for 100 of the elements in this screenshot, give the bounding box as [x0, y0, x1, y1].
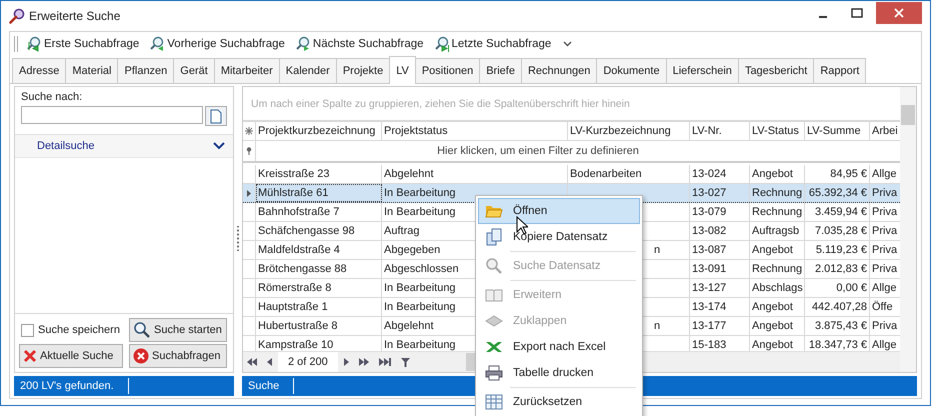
magnifier-arrow-icon	[26, 36, 42, 52]
table-cell: Rechnung	[752, 206, 802, 218]
chevron-down-icon[interactable]	[563, 41, 572, 47]
search-label: Suche nach:	[21, 91, 84, 103]
table-cell: 2.012,83 €	[815, 263, 867, 275]
tab[interactable]: LV	[389, 56, 416, 84]
table-cell: Bodenarbeiten	[570, 168, 642, 180]
toolbar-button[interactable]: Letzte Suchabfrage	[432, 36, 554, 52]
column-header[interactable]: Arbei	[870, 122, 900, 140]
tab[interactable]: Tagesbericht	[738, 58, 814, 83]
table-cell: Abgegeben	[384, 244, 440, 256]
table-cell: 13-091	[692, 263, 726, 275]
vertical-scrollbar[interactable]	[900, 87, 916, 372]
menu-item[interactable]: Öffnen	[478, 198, 640, 224]
table-cell: Priva	[872, 320, 898, 332]
minimize-icon	[819, 16, 827, 18]
toolbar-button[interactable]: Nächste Suchabfrage	[292, 36, 426, 52]
table-cell: Mühlstraße 61	[258, 187, 328, 199]
spreadsheet-export-icon	[485, 341, 503, 353]
close-button[interactable]	[876, 2, 922, 24]
table-cell: Angebot	[752, 320, 793, 332]
tab[interactable]: Positionen	[414, 58, 480, 83]
group-panel-hint: Um nach einer Spalte zu gruppieren, ziehen Sie die Spaltenüberschrift hier hinein	[243, 87, 900, 122]
table-cell: In Bearbeitung	[384, 339, 456, 351]
table-cell: Abgelehnt	[384, 168, 434, 180]
panel-button[interactable]: Aktuelle Suche	[19, 344, 123, 368]
table-cell: 13-174	[692, 301, 726, 313]
status-text: Suche	[247, 380, 280, 392]
delete-circle-icon	[133, 348, 149, 364]
document-button[interactable]	[205, 106, 227, 126]
left-arrow-icon	[267, 358, 272, 366]
row-pointer-icon	[247, 190, 251, 196]
window-title: Erweiterte Suche	[29, 9, 120, 23]
search-icon	[485, 257, 503, 275]
search-field[interactable]	[21, 106, 203, 124]
table-cell: In Bearbeitung	[384, 301, 456, 313]
save-search-checkbox[interactable]: Suche speichern	[19, 318, 123, 342]
panel-button[interactable]: Suche starten	[129, 318, 227, 342]
tab[interactable]: Kalender	[278, 58, 337, 83]
filter-row-hint[interactable]: Hier klicken, um einen Filter zu definieren	[256, 145, 900, 157]
menu-item[interactable]: Tabelle drucken	[478, 360, 640, 386]
column-header[interactable]: Projektstatus	[382, 122, 568, 140]
table-cell: Angebot	[752, 339, 793, 351]
table-cell: Hubertustraße 8	[258, 320, 338, 332]
table-cell: Angebot	[752, 244, 793, 256]
tab[interactable]: Mitarbeiter	[214, 58, 280, 83]
copy-icon	[486, 228, 502, 246]
table-cell: 7.035,28 €	[815, 225, 867, 237]
book-icon	[485, 288, 503, 302]
toolbar-button[interactable]: Vorherige Suchabfrage	[147, 36, 287, 52]
menu-item[interactable]: Zurücksetzen	[478, 389, 640, 415]
tab[interactable]: Material	[65, 58, 118, 83]
right-arrow-icon	[344, 358, 349, 366]
table-cell: Römerstraße 8	[258, 282, 332, 294]
tab[interactable]: Dokumente	[596, 58, 667, 83]
table-cell: Abgelehnt	[384, 320, 434, 332]
table-cell: Abschlags	[752, 282, 803, 294]
panel-button[interactable]: Suchabfragen	[129, 344, 227, 368]
table-cell: 65.392,34 €	[808, 187, 867, 199]
table-cell: In Bearbeitung	[384, 187, 456, 199]
magnifier-icon	[9, 8, 25, 24]
document-icon	[210, 108, 222, 124]
table-cell: 18.347,73 €	[808, 339, 867, 351]
table-cell: Hauptstraße 1	[258, 301, 328, 313]
tab[interactable]: Pflanzen	[117, 58, 174, 83]
magnifier-arrow-icon	[149, 36, 166, 52]
column-header[interactable]: LV-Nr.	[690, 122, 750, 140]
toolbar-button[interactable]: Erste Suchabfrage	[24, 36, 142, 52]
tab[interactable]: Rapport	[813, 58, 866, 83]
table-cell: Priva	[872, 244, 898, 256]
table-cell: Bahnhofstraße 7	[258, 206, 340, 218]
column-header[interactable]: LV-Summe	[805, 122, 870, 140]
close-icon	[894, 8, 904, 18]
table-cell: Auftrag	[384, 225, 420, 237]
table-cell: 3.459,94 €	[815, 206, 867, 218]
tab[interactable]: Lieferschein	[666, 58, 739, 83]
table-cell: Öffe	[872, 301, 893, 313]
double-right-arrow-icon	[358, 358, 369, 366]
filter-pin-icon	[246, 147, 252, 155]
tab[interactable]: Rechnungen	[520, 58, 598, 83]
last-arrow-icon	[378, 358, 391, 366]
menu-item[interactable]: Export nach Excel	[478, 334, 640, 360]
table-cell: Angebot	[752, 168, 793, 180]
table-cell: Rechnung	[752, 187, 802, 199]
tab[interactable]: Briefe	[479, 58, 522, 83]
table-cell: 0,00 €	[836, 282, 867, 294]
table-cell: Rechnung	[752, 263, 802, 275]
tab[interactable]: Adresse	[12, 58, 66, 83]
table-cell: Abgeschlossen	[384, 263, 459, 275]
column-header[interactable]: LV-Kurzbezeichnung	[568, 122, 690, 140]
column-header[interactable]: LV-Status	[750, 122, 805, 140]
chevron-down-icon	[213, 142, 225, 150]
tab[interactable]: Gerät	[173, 58, 215, 83]
column-header[interactable]: Projektkurzbezeichnung	[256, 122, 382, 140]
table-cell: 15-183	[692, 339, 726, 351]
table-cell: Schäfchengasse 98	[258, 225, 355, 237]
tab[interactable]: Projekte	[336, 58, 390, 83]
detail-search-header[interactable]: Detailsuche	[15, 135, 233, 158]
table-icon	[485, 394, 503, 410]
table-cell: 3.875,43 €	[815, 320, 867, 332]
